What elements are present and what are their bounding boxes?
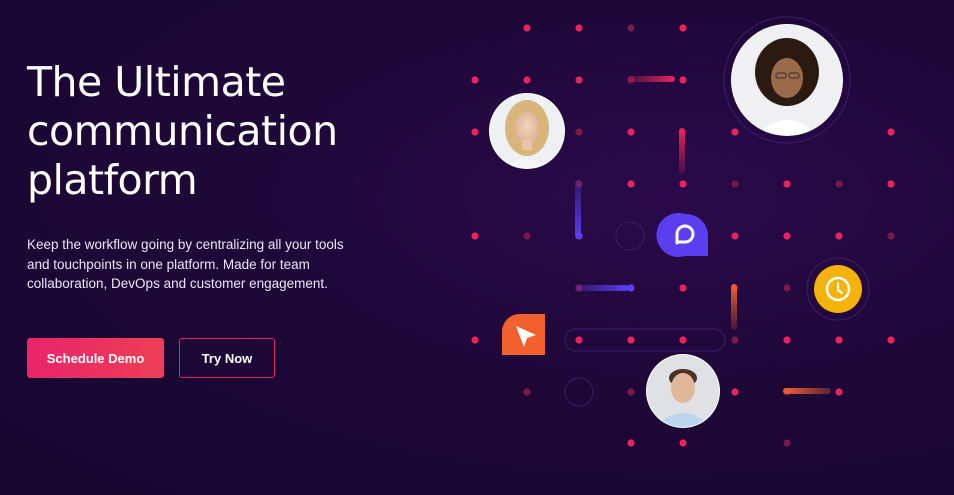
title-line-1: The Ultimate bbox=[27, 58, 286, 106]
clock-icon bbox=[806, 257, 870, 321]
avatar-woman-blonde bbox=[489, 93, 565, 169]
grid-dot bbox=[731, 128, 739, 136]
avatar-man bbox=[646, 354, 720, 428]
hero-description: Keep the workflow going by centralizing … bbox=[27, 237, 344, 291]
grid-dot bbox=[731, 388, 739, 396]
grid-dot bbox=[731, 180, 739, 188]
grid-dot bbox=[471, 76, 479, 84]
grid-dot bbox=[627, 439, 635, 447]
grid-dot bbox=[523, 388, 531, 396]
grid-dot bbox=[523, 24, 531, 32]
grid-dot bbox=[679, 336, 687, 344]
grid-dot bbox=[575, 76, 583, 84]
grid-dot bbox=[679, 76, 687, 84]
grid-dot bbox=[627, 128, 635, 136]
grid-dot bbox=[575, 128, 583, 136]
grid-dot bbox=[471, 232, 479, 240]
grid-dot bbox=[523, 76, 531, 84]
page-title: The Ultimate communication platform bbox=[27, 58, 367, 205]
try-now-button[interactable]: Try Now bbox=[179, 338, 275, 378]
grid-dot bbox=[575, 336, 583, 344]
title-line-3: platform bbox=[27, 156, 198, 204]
grid-dot bbox=[523, 232, 531, 240]
chat-bubble-icon bbox=[656, 213, 708, 257]
grid-dot bbox=[887, 336, 895, 344]
grid-dot bbox=[627, 24, 635, 32]
grid-dot bbox=[679, 180, 687, 188]
grid-dot bbox=[835, 336, 843, 344]
avatar-woman-curly bbox=[723, 16, 851, 144]
title-line-2: communication bbox=[27, 107, 338, 155]
grid-dot bbox=[835, 180, 843, 188]
grid-dot bbox=[627, 180, 635, 188]
grid-dot bbox=[731, 232, 739, 240]
grid-dot bbox=[627, 388, 635, 396]
schedule-demo-button[interactable]: Schedule Demo bbox=[27, 338, 164, 378]
cta-buttons: Schedule Demo Try Now bbox=[27, 338, 275, 378]
grid-dot bbox=[627, 336, 635, 344]
cursor-arrow-icon bbox=[502, 313, 545, 355]
dot-grid-illustration bbox=[471, 16, 895, 447]
grid-dot bbox=[783, 180, 791, 188]
grid-dot bbox=[783, 284, 791, 292]
grid-dot bbox=[471, 336, 479, 344]
grid-dot bbox=[679, 24, 687, 32]
grid-dot bbox=[575, 24, 583, 32]
grid-dot bbox=[887, 232, 895, 240]
grid-dot bbox=[471, 128, 479, 136]
grid-dot bbox=[783, 336, 791, 344]
hero-text: The Ultimate communication platform Keep… bbox=[27, 58, 367, 294]
grid-dot bbox=[679, 439, 687, 447]
grid-dot bbox=[783, 439, 791, 447]
grid-dot bbox=[835, 232, 843, 240]
grid-dot bbox=[887, 128, 895, 136]
grid-dot bbox=[835, 388, 843, 396]
grid-dot bbox=[679, 284, 687, 292]
grid-dot bbox=[783, 232, 791, 240]
grid-dot bbox=[731, 336, 739, 344]
hero-illustration bbox=[440, 0, 954, 495]
grid-dot bbox=[887, 180, 895, 188]
